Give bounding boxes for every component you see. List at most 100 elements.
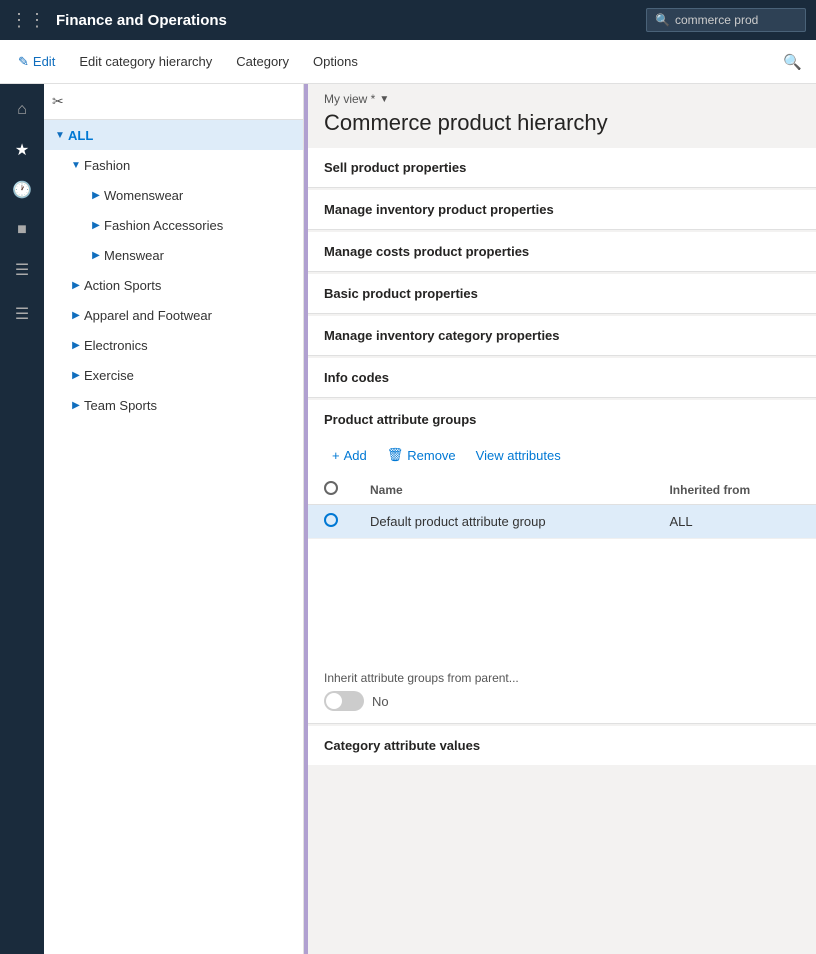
tree-item-womenswear[interactable]: ▶ Womenswear <box>44 180 303 210</box>
tree-label-electronics: Electronics <box>84 338 148 353</box>
add-icon: + <box>332 448 340 463</box>
search-text: commerce prod <box>675 13 758 27</box>
search-icon: 🔍 <box>655 13 670 27</box>
tree-panel: ✂ ▼ ALL ▼ Fashion ▶ Womenswear ▶ Fashion… <box>44 84 304 954</box>
header-radio <box>324 481 338 495</box>
page-title: Commerce product hierarchy <box>324 110 800 136</box>
view-attributes-button[interactable]: View attributes <box>468 444 569 467</box>
sell-product-label: Sell product properties <box>324 160 466 175</box>
list-icon[interactable]: ☰ <box>4 252 40 288</box>
tree-item-fashion[interactable]: ▼ Fashion <box>44 150 303 180</box>
remove-icon: 🗑 <box>387 447 404 463</box>
add-button[interactable]: + Add <box>324 444 375 467</box>
content-panel: My view * ▼ Commerce product hierarchy S… <box>308 84 816 954</box>
attr-table: Name Inherited from Default product attr… <box>308 475 816 539</box>
basic-product-header[interactable]: Basic product properties <box>308 274 816 313</box>
tree-expand-apparel-footwear[interactable]: ▶ <box>68 307 84 323</box>
toggle-switch[interactable] <box>324 691 364 711</box>
tree-item-apparel-footwear[interactable]: ▶ Apparel and Footwear <box>44 300 303 330</box>
edit-category-hierarchy-button[interactable]: Edit category hierarchy <box>69 48 222 75</box>
hamburger-icon[interactable]: ☰ <box>4 296 40 332</box>
modules-icon[interactable]: ■ <box>4 212 40 248</box>
attr-actions: + Add 🗑 Remove View attributes <box>308 439 816 475</box>
row-inherited-cell: ALL <box>653 505 816 539</box>
basic-product-label: Basic product properties <box>324 286 478 301</box>
tree-label-womenswear: Womenswear <box>104 188 183 203</box>
tree-expand-fashion-accessories[interactable]: ▶ <box>88 217 104 233</box>
sell-product-section: Sell product properties <box>308 148 816 188</box>
filter-icon[interactable]: ✂ <box>52 93 64 110</box>
manage-inventory-category-section: Manage inventory category properties <box>308 316 816 356</box>
row-radio-cell <box>308 505 354 539</box>
tree-expand-womenswear[interactable]: ▶ <box>88 187 104 203</box>
edit-button[interactable]: ✎ Edit <box>8 48 65 76</box>
manage-costs-header[interactable]: Manage costs product properties <box>308 232 816 271</box>
product-attr-groups-header: Product attribute groups <box>308 400 816 439</box>
info-codes-section: Info codes <box>308 358 816 398</box>
myview-label[interactable]: My view * <box>324 92 375 106</box>
manage-inventory-product-section: Manage inventory product properties <box>308 190 816 230</box>
tree-label-team-sports: Team Sports <box>84 398 157 413</box>
home-icon[interactable]: ⌂ <box>4 92 40 128</box>
info-codes-header[interactable]: Info codes <box>308 358 816 397</box>
app-title: Finance and Operations <box>56 12 636 29</box>
row-radio <box>324 513 338 527</box>
table-empty-area <box>308 539 816 659</box>
myview-chevron-icon[interactable]: ▼ <box>379 94 389 105</box>
remove-button[interactable]: 🗑 Remove <box>379 443 464 467</box>
tree-expand-action-sports[interactable]: ▶ <box>68 277 84 293</box>
tree-label-menswear: Menswear <box>104 248 164 263</box>
tree-collapse-fashion[interactable]: ▼ <box>68 157 84 173</box>
tree-content: ▼ ALL ▼ Fashion ▶ Womenswear ▶ Fashion A… <box>44 120 303 954</box>
tree-expand-menswear[interactable]: ▶ <box>88 247 104 263</box>
manage-costs-section: Manage costs product properties <box>308 232 816 272</box>
grid-icon[interactable]: ⋮⋮ <box>10 10 46 31</box>
info-codes-label: Info codes <box>324 370 389 385</box>
tree-collapse-all[interactable]: ▼ <box>52 127 68 143</box>
toggle-off-label: No <box>372 694 389 709</box>
tree-item-fashion-accessories[interactable]: ▶ Fashion Accessories <box>44 210 303 240</box>
main-layout: ⌂ ★ 🕐 ■ ☰ ☰ ✂ ▼ ALL ▼ Fashion ▶ Womenswe… <box>0 84 816 954</box>
basic-product-section: Basic product properties <box>308 274 816 314</box>
manage-inventory-category-label: Manage inventory category properties <box>324 328 560 343</box>
command-bar: ✎ Edit Edit category hierarchy Category … <box>0 40 816 84</box>
tree-item-exercise[interactable]: ▶ Exercise <box>44 360 303 390</box>
sidebar-icons: ⌂ ★ 🕐 ■ ☰ ☰ <box>0 84 44 954</box>
global-search[interactable]: 🔍 commerce prod <box>646 8 806 32</box>
topbar: ⋮⋮ Finance and Operations 🔍 commerce pro… <box>0 0 816 40</box>
favorites-icon[interactable]: ★ <box>4 132 40 168</box>
tree-item-action-sports[interactable]: ▶ Action Sports <box>44 270 303 300</box>
manage-inventory-product-label: Manage inventory product properties <box>324 202 554 217</box>
manage-inventory-category-header[interactable]: Manage inventory category properties <box>308 316 816 355</box>
col-name-header: Name <box>354 475 653 505</box>
manage-costs-label: Manage costs product properties <box>324 244 529 259</box>
sell-product-header[interactable]: Sell product properties <box>308 148 816 187</box>
toggle-label: Inherit attribute groups from parent... <box>324 671 800 685</box>
manage-inventory-product-header[interactable]: Manage inventory product properties <box>308 190 816 229</box>
tree-item-team-sports[interactable]: ▶ Team Sports <box>44 390 303 420</box>
tree-item-electronics[interactable]: ▶ Electronics <box>44 330 303 360</box>
row-name-cell: Default product attribute group <box>354 505 653 539</box>
tree-expand-exercise[interactable]: ▶ <box>68 367 84 383</box>
recent-icon[interactable]: 🕐 <box>4 172 40 208</box>
options-button[interactable]: Options <box>303 48 368 75</box>
content-header: My view * ▼ Commerce product hierarchy <box>308 84 816 148</box>
tree-label-exercise: Exercise <box>84 368 134 383</box>
tree-label-fashion: Fashion <box>84 158 130 173</box>
tree-item-menswear[interactable]: ▶ Menswear <box>44 240 303 270</box>
category-button[interactable]: Category <box>226 48 299 75</box>
cmdbar-search-icon[interactable]: 🔍 <box>777 47 808 77</box>
toggle-control: No <box>324 691 800 711</box>
tree-item-all[interactable]: ▼ ALL <box>44 120 303 150</box>
product-attr-groups-section: Product attribute groups + Add 🗑 Remove … <box>308 400 816 724</box>
edit-icon: ✎ <box>18 54 29 70</box>
col-radio <box>308 475 354 505</box>
myview-row: My view * ▼ <box>324 92 800 106</box>
tree-toolbar: ✂ <box>44 84 303 120</box>
tree-expand-team-sports[interactable]: ▶ <box>68 397 84 413</box>
col-inherited-header: Inherited from <box>653 475 816 505</box>
table-row[interactable]: Default product attribute group ALL <box>308 505 816 539</box>
category-attr-header[interactable]: Category attribute values <box>308 726 816 765</box>
tree-expand-electronics[interactable]: ▶ <box>68 337 84 353</box>
tree-label-action-sports: Action Sports <box>84 278 161 293</box>
